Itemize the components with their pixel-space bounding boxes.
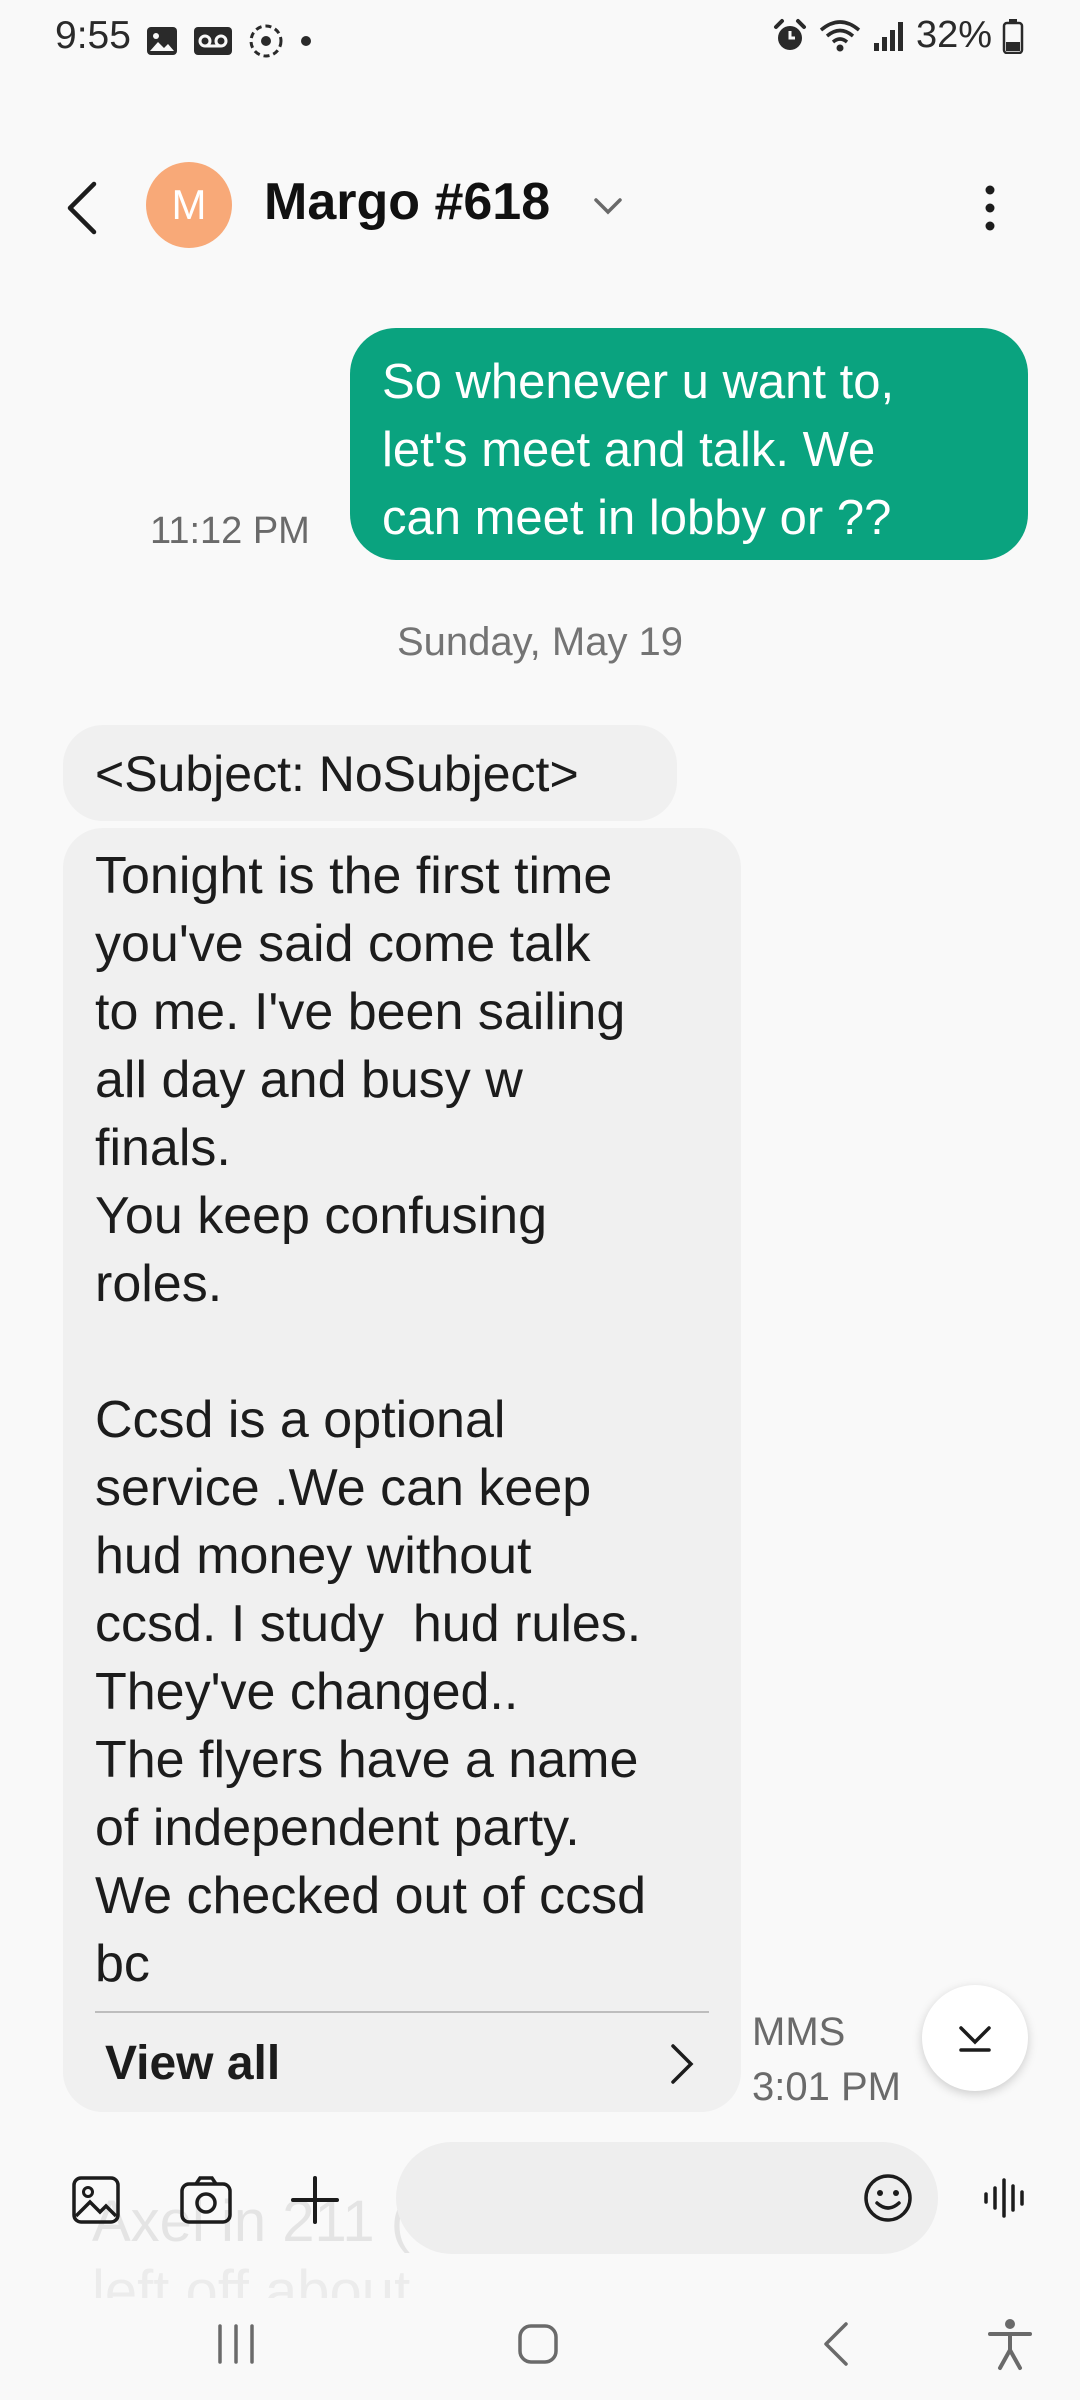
sync-icon xyxy=(249,24,283,58)
chevron-down-icon[interactable] xyxy=(590,188,626,224)
contact-name[interactable]: Margo #618 xyxy=(264,172,550,232)
plus-icon[interactable] xyxy=(285,2170,345,2230)
status-bar: 9:55 32% xyxy=(0,0,1080,80)
message-input[interactable] xyxy=(396,2142,938,2254)
voicemail-icon xyxy=(194,27,232,55)
scroll-to-bottom-button[interactable] xyxy=(922,1985,1028,2091)
divider xyxy=(95,2011,709,2013)
navigation-bar xyxy=(0,2300,1080,2400)
emoji-icon[interactable] xyxy=(860,2170,916,2226)
image-icon xyxy=(147,27,177,55)
battery-icon xyxy=(1002,18,1024,54)
system-status: 32% xyxy=(772,14,1024,57)
home-icon[interactable] xyxy=(508,2314,568,2374)
back-arrow-icon[interactable] xyxy=(60,178,106,238)
recent-apps-icon[interactable] xyxy=(206,2314,266,2374)
accessibility-icon[interactable] xyxy=(980,2314,1040,2374)
battery-percentage: 32% xyxy=(915,14,992,56)
outgoing-timestamp: 11:12 PM xyxy=(150,510,310,552)
alarm-icon xyxy=(773,18,806,50)
incoming-timestamp: 3:01 PM xyxy=(752,2065,901,2109)
conversation-header: M Margo #618 xyxy=(0,150,1080,260)
notification-icons xyxy=(145,22,313,60)
incoming-message-text: Tonight is the first time you've said co… xyxy=(95,847,647,1993)
background-preview-text: Axel in 211 ( xyxy=(92,2189,411,2254)
view-all-link[interactable]: View all xyxy=(105,2036,280,2091)
signal-icon xyxy=(873,21,903,51)
outgoing-message-text: So whenever u want to, let's meet and ta… xyxy=(382,355,895,545)
message-composer: Axel in 211 ( left off about xyxy=(0,2130,1080,2298)
incoming-message-bubble[interactable]: Tonight is the first time you've said co… xyxy=(63,828,741,2112)
voice-input-icon[interactable] xyxy=(978,2170,1034,2226)
avatar[interactable]: M xyxy=(146,162,232,248)
dot-icon xyxy=(301,36,311,46)
background-preview-text-2: left off about xyxy=(92,2259,411,2298)
more-options-icon[interactable] xyxy=(970,178,1010,238)
avatar-letter: M xyxy=(171,181,207,228)
chevron-right-icon[interactable] xyxy=(665,2040,699,2088)
camera-icon[interactable] xyxy=(176,2170,236,2230)
gallery-icon[interactable] xyxy=(66,2170,126,2230)
outgoing-message-bubble[interactable]: So whenever u want to, let's meet and ta… xyxy=(350,328,1028,560)
back-icon[interactable] xyxy=(808,2314,868,2374)
message-type-label: MMS xyxy=(752,2010,846,2054)
subject-text: <Subject: NoSubject> xyxy=(95,746,579,802)
chevron-down-icon xyxy=(959,2026,991,2052)
wifi-icon xyxy=(819,19,861,51)
status-time: 9:55 xyxy=(55,14,131,57)
date-separator: Sunday, May 19 xyxy=(396,620,684,664)
subject-bubble[interactable]: <Subject: NoSubject> xyxy=(63,725,677,821)
